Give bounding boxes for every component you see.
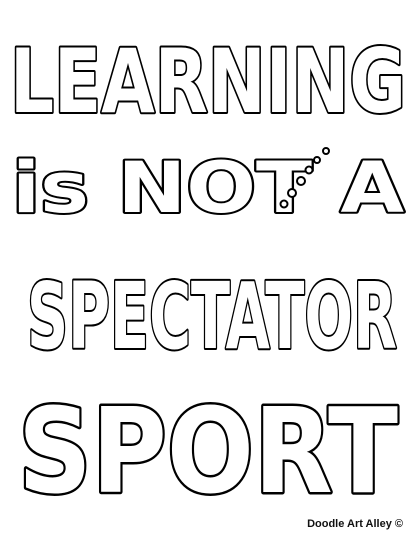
- quote-line-3: SPECTATOR: [27, 263, 397, 370]
- quote-line-2: is NOT A: [12, 147, 404, 229]
- coloring-page: LEARNING is NOT A SPECTATOR SPORT Doodle…: [0, 0, 417, 540]
- credit-label: Doodle Art Alley ©: [307, 518, 403, 530]
- quote-line-1: LEARNING: [10, 30, 406, 133]
- quote-artwork: LEARNING is NOT A SPECTATOR SPORT: [8, 28, 408, 523]
- quote-line-4: SPORT: [18, 382, 398, 520]
